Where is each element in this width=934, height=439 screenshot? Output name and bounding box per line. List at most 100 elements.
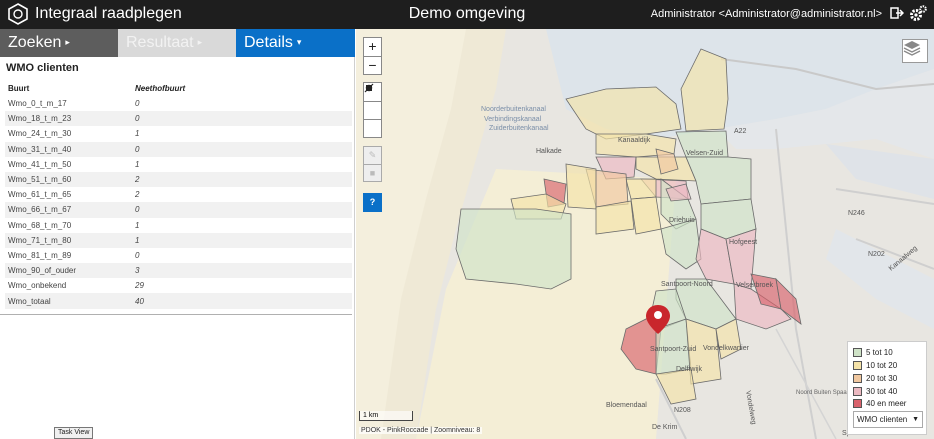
map-label-n246: N246 bbox=[848, 210, 865, 217]
row-key: Wmo_51_t_m_60 bbox=[5, 171, 135, 188]
table-row: Wmo_61_t_m_65 2 bbox=[5, 187, 352, 202]
row-key: Wmo_onbekend bbox=[8, 281, 67, 291]
legend-swatch bbox=[853, 398, 862, 408]
row-key: Wmo_71_t_m_80 bbox=[5, 232, 135, 248]
row-value: 1 bbox=[135, 159, 140, 169]
row-key: Wmo_31_t_m_40 bbox=[5, 141, 135, 157]
map-label-bloemendaal: Bloemendaal bbox=[606, 402, 647, 409]
delete-button[interactable]: ■ bbox=[364, 164, 381, 181]
map-label-kanaaldijk: Kanaaldijk bbox=[618, 137, 651, 144]
table-row: Wmo_71_t_m_80 1 bbox=[5, 232, 352, 248]
wmo-table: Buurt Neethofbuurt Wmo_0_t_m_17 0 Wmo_18_… bbox=[5, 81, 352, 309]
zoom-out-button[interactable]: − bbox=[364, 56, 381, 74]
layers-button[interactable] bbox=[902, 39, 928, 63]
edit-button[interactable]: ✎ bbox=[364, 147, 381, 164]
panel-divider bbox=[0, 314, 352, 315]
map-label-halkade: Halkade bbox=[536, 148, 562, 155]
row-value: 2 bbox=[135, 190, 140, 200]
row-value: 40 bbox=[135, 293, 352, 309]
map-view[interactable]: Noorderbuitenkanaal Verbindingskanaal Zu… bbox=[356, 29, 934, 439]
column-header-buurt: Buurt bbox=[8, 84, 30, 93]
table-header-row: Buurt Neethofbuurt bbox=[5, 81, 352, 96]
legend-swatch bbox=[853, 347, 862, 357]
legend-item: 30 tot 40 bbox=[853, 386, 897, 396]
row-value: 0 bbox=[135, 111, 352, 127]
row-key: Wmo_81_t_m_89 bbox=[8, 250, 72, 260]
trash-icon: ■ bbox=[369, 168, 376, 178]
map-label-noorderbuitenkanaal: Noorderbuitenkanaal bbox=[481, 106, 546, 113]
table-row: Wmo_onbekend 29 bbox=[5, 278, 352, 293]
row-key: Wmo_66_t_m_67 bbox=[5, 202, 135, 218]
table-row: Wmo_totaal 40 bbox=[5, 293, 352, 309]
table-row: Wmo_41_t_m_50 1 bbox=[5, 157, 352, 172]
theme-select[interactable]: WMO clienten ▼ bbox=[853, 411, 923, 428]
row-value: 0 bbox=[135, 99, 140, 109]
legend-swatch bbox=[853, 386, 862, 396]
row-value: 0 bbox=[135, 141, 352, 157]
legend-label: 10 tot 20 bbox=[866, 360, 898, 370]
map-label-vondelweg: Vondelweg bbox=[744, 390, 757, 425]
row-key: Wmo_totaal bbox=[5, 293, 135, 309]
table-row: Wmo_51_t_m_60 2 bbox=[5, 171, 352, 188]
table-row: Wmo_90_of_ouder 3 bbox=[5, 263, 352, 279]
legend-label: 30 tot 40 bbox=[866, 386, 898, 396]
map-label-velsen-zuid: Velsen-Zuid bbox=[686, 150, 723, 157]
user-label: Administrator <Administrator@administrat… bbox=[650, 8, 882, 20]
column-header-neighbourhood: Neethofbuurt bbox=[135, 84, 186, 93]
tab-details[interactable]: Details ▾ bbox=[236, 29, 355, 57]
legend-swatch bbox=[853, 360, 862, 370]
row-value: 29 bbox=[135, 281, 144, 291]
zoom-in-button[interactable]: + bbox=[364, 38, 381, 56]
row-key: Wmo_24_t_m_30 bbox=[8, 129, 72, 139]
table-row: Wmo_18_t_m_23 0 bbox=[5, 111, 352, 127]
draw-rectangle-button[interactable] bbox=[364, 85, 381, 119]
logout-icon[interactable] bbox=[890, 6, 904, 20]
chevron-right-icon: ▸ bbox=[65, 37, 70, 47]
map-label-de-krim: De Krim bbox=[652, 424, 677, 431]
details-panel: WMO clienten Buurt Neethofbuurt Wmo_0_t_… bbox=[0, 57, 355, 439]
map-label-zuiderbuitenkanaal: Zuiderbuitenkanaal bbox=[489, 125, 549, 132]
table-row: Wmo_24_t_m_30 1 bbox=[5, 126, 352, 141]
map-label-n202: N202 bbox=[868, 251, 885, 258]
layers-icon bbox=[903, 41, 921, 56]
map-label-santpoort-zuid: Santpoort-Zuid bbox=[650, 346, 696, 353]
map-label-n208: N208 bbox=[674, 407, 691, 414]
tab-search[interactable]: Zoeken ▸ bbox=[0, 29, 118, 57]
map-label-hofgeest: Hofgeest bbox=[729, 239, 757, 246]
legend-swatch bbox=[853, 373, 862, 383]
row-value: 0 bbox=[135, 250, 140, 260]
edit-icon: ✎ bbox=[368, 150, 377, 160]
tab-bar: Zoeken ▸ Resultaat ▸ Details ▾ bbox=[0, 29, 355, 57]
legend-item: 40 en meer bbox=[853, 398, 906, 408]
map-legend: 5 tot 10 10 tot 20 20 tot 30 30 tot 40 4… bbox=[847, 341, 927, 435]
tab-result[interactable]: Resultaat ▸ bbox=[118, 29, 236, 57]
row-key: Wmo_90_of_ouder bbox=[5, 263, 135, 279]
settings-cogs-icon[interactable] bbox=[908, 4, 928, 24]
chevron-down-icon: ▾ bbox=[296, 37, 302, 47]
edit-tools: ✎ ■ bbox=[363, 146, 382, 182]
panel-title: WMO clienten bbox=[6, 62, 79, 74]
row-value: 2 bbox=[135, 171, 352, 188]
map-label-delftwijk: Delftwijk bbox=[676, 366, 703, 373]
table-row: Wmo_31_t_m_40 0 bbox=[5, 141, 352, 157]
tab-search-label: Zoeken bbox=[8, 34, 62, 51]
map-label-verbindingskanaal: Verbindingskanaal bbox=[484, 116, 542, 123]
legend-label: 5 tot 10 bbox=[866, 347, 893, 357]
table-row: Wmo_66_t_m_67 0 bbox=[5, 202, 352, 218]
app-title: Integraal raadplegen bbox=[35, 5, 182, 22]
draw-circle-button[interactable] bbox=[364, 84, 381, 137]
draw-tools bbox=[363, 82, 382, 138]
app-logo-icon[interactable] bbox=[7, 3, 29, 25]
help-button[interactable]: ? bbox=[363, 193, 382, 212]
scale-bar: 1 km bbox=[359, 411, 413, 421]
tab-details-label: Details bbox=[244, 34, 293, 51]
legend-item: 10 tot 20 bbox=[853, 360, 897, 370]
row-key: Wmo_18_t_m_23 bbox=[5, 111, 135, 127]
tab-result-label: Resultaat bbox=[126, 34, 194, 51]
caret-down-icon: ▼ bbox=[912, 416, 919, 423]
legend-label: 40 en meer bbox=[866, 398, 907, 408]
row-value: 3 bbox=[135, 263, 352, 279]
row-key: Wmo_0_t_m_17 bbox=[8, 99, 67, 109]
legend-item: 5 tot 10 bbox=[853, 347, 893, 357]
map-attribution: PDOK - PinkRoccade | Zoomniveau: 8 bbox=[359, 427, 483, 434]
